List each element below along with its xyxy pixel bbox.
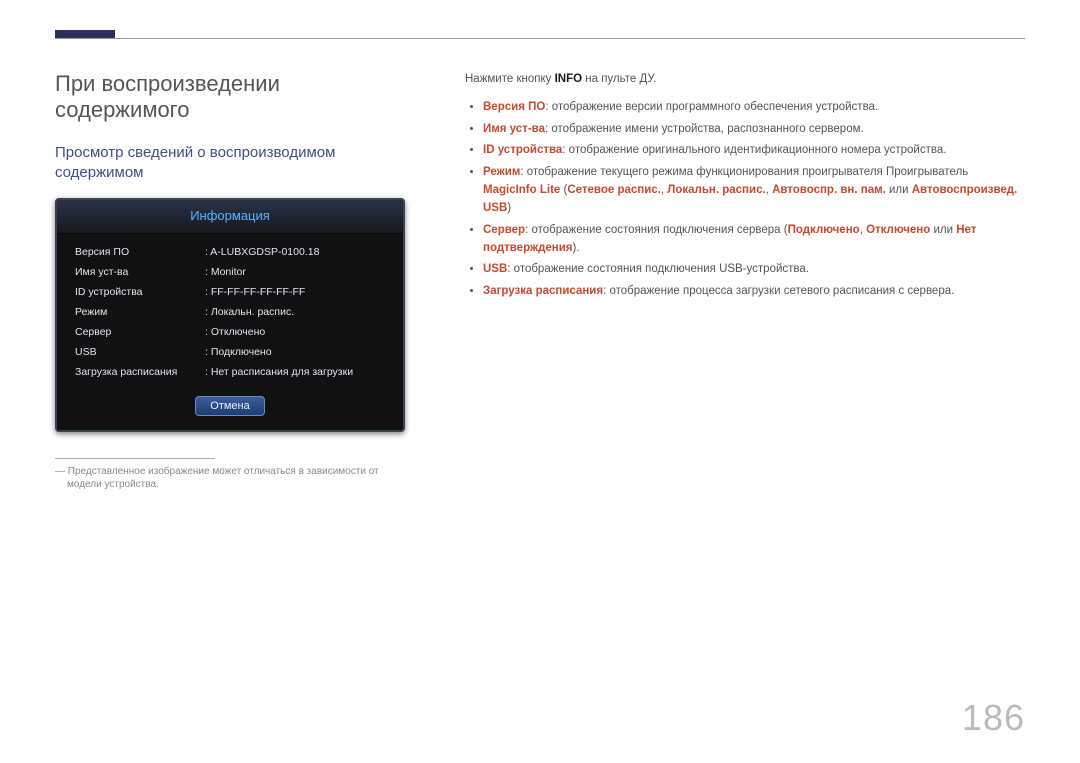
bullet-text: : отображение состояния подключения USB-… <box>507 263 809 275</box>
info-key: Имя уст-ва <box>75 266 205 278</box>
bullet-key: Версия ПО <box>483 101 545 113</box>
info-key: ID устройства <box>75 286 205 298</box>
bullet-inline: Локальн. распис. <box>667 184 765 196</box>
footnote-rule <box>55 458 215 459</box>
section-title: При воспроизведении содержимого <box>55 71 415 123</box>
bullet-inline: Сетевое распис. <box>567 184 661 196</box>
info-value: Локальн. распис. <box>205 306 294 318</box>
list-item: Режим: отображение текущего режима функц… <box>483 162 1025 219</box>
info-key: Режим <box>75 306 205 318</box>
info-value: Нет расписания для загрузки <box>205 366 353 378</box>
page-number: 186 <box>962 697 1025 739</box>
info-panel: Информация Версия ПО A-LUBXGDSP-0100.18 … <box>55 198 405 432</box>
list-item: USB: отображение состояния подключения U… <box>483 259 1025 281</box>
info-row: Версия ПО A-LUBXGDSP-0100.18 <box>75 242 385 262</box>
info-value: Подключено <box>205 346 272 358</box>
description-list: Версия ПО: отображение версии программно… <box>465 97 1025 303</box>
header-line <box>55 30 115 38</box>
bullet-sep: или <box>886 184 912 196</box>
bullet-key: ID устройства <box>483 144 562 156</box>
info-key: Версия ПО <box>75 246 205 258</box>
subsection-title: Просмотр сведений о воспроизводимом соде… <box>55 143 415 184</box>
list-item: ID устройства: отображение оригинального… <box>483 140 1025 162</box>
info-key: Сервер <box>75 326 205 338</box>
cancel-button[interactable]: Отмена <box>195 396 264 416</box>
bullet-inline: Подключено <box>788 224 860 236</box>
bullet-text: : отображение версии программного обеспе… <box>545 101 878 113</box>
bullet-sep: или <box>930 224 956 236</box>
info-row: USB Подключено <box>75 342 385 362</box>
bullet-text: : отображение текущего режима функционир… <box>520 166 968 178</box>
list-item: Версия ПО: отображение версии программно… <box>483 97 1025 119</box>
intro-bold: INFO <box>555 73 582 85</box>
bullet-after: ). <box>573 242 580 254</box>
bullet-text: : отображение состояния подключения серв… <box>525 224 788 236</box>
bullet-text: : отображение оригинального идентификаци… <box>562 144 946 156</box>
intro-text: Нажмите кнопку INFO на пульте ДУ. <box>465 71 1025 89</box>
bullet-text: : отображение имени устройства, распозна… <box>545 123 864 135</box>
info-rows: Версия ПО A-LUBXGDSP-0100.18 Имя уст-ва … <box>57 234 403 386</box>
info-value: Monitor <box>205 266 246 278</box>
info-row: ID устройства FF-FF-FF-FF-FF-FF <box>75 282 385 302</box>
list-item: Сервер: отображение состояния подключени… <box>483 220 1025 260</box>
info-row: Имя уст-ва Monitor <box>75 262 385 282</box>
info-row: Загрузка расписания Нет расписания для з… <box>75 362 385 382</box>
header-accent <box>55 30 1025 39</box>
list-item: Загрузка расписания: отображение процесс… <box>483 281 1025 303</box>
bullet-after: ) <box>507 202 511 214</box>
info-value: A-LUBXGDSP-0100.18 <box>205 246 319 258</box>
bullet-key: USB <box>483 263 507 275</box>
info-row: Режим Локальн. распис. <box>75 302 385 322</box>
footnote: ― Представленное изображение может отлич… <box>55 465 415 492</box>
info-value: Отключено <box>205 326 265 338</box>
bullet-inline: Автовоспр. вн. пам. <box>772 184 886 196</box>
info-value: FF-FF-FF-FF-FF-FF <box>205 286 305 298</box>
info-row: Сервер Отключено <box>75 322 385 342</box>
info-key: Загрузка расписания <box>75 366 205 378</box>
info-key: USB <box>75 346 205 358</box>
bullet-key: Имя уст-ва <box>483 123 545 135</box>
bullet-key: Сервер <box>483 224 525 236</box>
intro-prefix: Нажмите кнопку <box>465 73 555 85</box>
list-item: Имя уст-ва: отображение имени устройства… <box>483 119 1025 141</box>
bullet-inline: Отключено <box>866 224 930 236</box>
intro-suffix: на пульте ДУ. <box>582 73 656 85</box>
bullet-key: Загрузка расписания <box>483 285 603 297</box>
info-panel-title: Информация <box>57 200 403 234</box>
bullet-text: : отображение процесса загрузки сетевого… <box>603 285 954 297</box>
bullet-key: Режим <box>483 166 520 178</box>
bullet-inline: MagicInfo Lite <box>483 184 560 196</box>
